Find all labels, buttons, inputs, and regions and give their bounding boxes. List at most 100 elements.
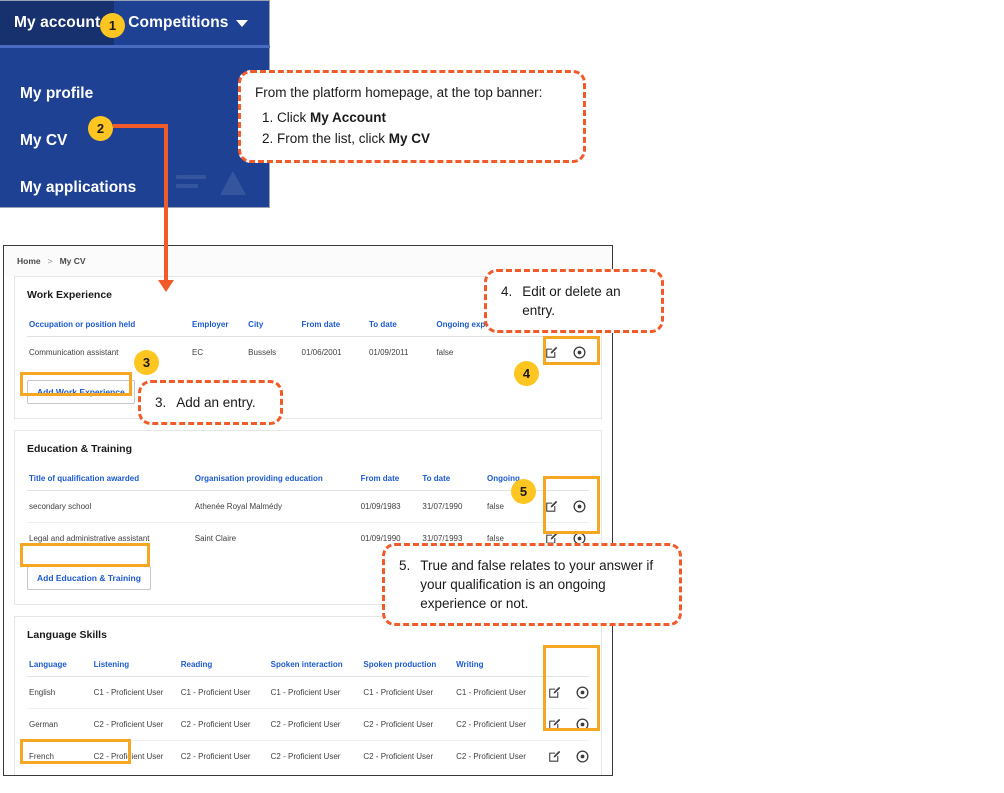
nav-tab-my-account-label: My account bbox=[14, 14, 101, 31]
dropdown-item-my-profile-label: My profile bbox=[20, 85, 94, 102]
table-row: secondary school Athenée Royal Malmédy 0… bbox=[27, 490, 589, 523]
table-row: Communication assistant EC Bussels 01/06… bbox=[27, 337, 589, 369]
callout-true-false-index: 5. bbox=[399, 558, 411, 573]
chevron-down-icon bbox=[235, 19, 248, 27]
screenshot-root: My account Competitions My profile My CV… bbox=[0, 0, 1004, 793]
col-language: Language bbox=[27, 653, 92, 677]
cell-organisation: Saint Claire bbox=[194, 534, 237, 543]
cell-spoken-production: C1 - Proficient User bbox=[361, 676, 455, 709]
step-1-prefix: Click bbox=[277, 110, 310, 126]
cell-spoken-interaction: C2 - Proficient User bbox=[270, 752, 341, 761]
nav-tab-competitions[interactable]: Competitions bbox=[114, 1, 261, 45]
nav-tab-my-account[interactable]: My account bbox=[0, 1, 115, 45]
banner-nav-bar: My account Competitions bbox=[0, 1, 270, 45]
callout-banner-steps[interactable]: From the platform homepage, at the top b… bbox=[238, 70, 586, 164]
cell-language[interactable]: German bbox=[27, 708, 92, 741]
edit-icon[interactable] bbox=[548, 750, 561, 763]
callout-add-entry[interactable]: 3. Add an entry. bbox=[138, 380, 283, 426]
cell-organisation: Athenée Royal Malmédy bbox=[192, 490, 359, 523]
col-occupation: Occupation or position held bbox=[27, 313, 190, 337]
table-row: English C1 - Proficient User C1 - Profic… bbox=[27, 676, 589, 709]
col-from-date: From date bbox=[299, 313, 367, 337]
annotation-badge-1[interactable]: 1 bbox=[100, 13, 125, 38]
col-reading: Reading bbox=[178, 653, 269, 677]
cell-reading: C1 - Proficient User bbox=[178, 676, 269, 709]
cell-from-date: 01/09/1983 bbox=[358, 490, 421, 523]
cell-writing: C2 - Proficient User bbox=[454, 708, 533, 741]
col-employer: Employer bbox=[189, 313, 247, 337]
cell-occupation[interactable]: Communication assistant bbox=[27, 337, 190, 369]
table-education-training: Title of qualification awarded Organisat… bbox=[27, 467, 589, 554]
cell-writing: C2 - Proficient User bbox=[456, 752, 526, 761]
cell-listening: C2 - Proficient User bbox=[91, 708, 179, 741]
highlight-work-actions bbox=[543, 336, 600, 365]
col-city: City bbox=[246, 313, 300, 337]
cell-spoken-interaction: C2 - Proficient User bbox=[268, 708, 362, 741]
cell-spoken-production: C2 - Proficient User bbox=[363, 752, 434, 761]
step-2-prefix: From the list, click bbox=[277, 131, 389, 147]
add-education-training-button[interactable]: Add Education & Training bbox=[27, 566, 151, 590]
cell-qualification-title[interactable]: secondary school bbox=[27, 490, 193, 523]
cell-spoken-interaction: C1 - Proficient User bbox=[268, 676, 362, 709]
cell-spoken-production: C2 - Proficient User bbox=[361, 708, 455, 741]
col-writing: Writing bbox=[454, 653, 533, 677]
cell-from-date: 01/06/2001 bbox=[301, 348, 342, 357]
dropdown-item-my-profile[interactable]: My profile bbox=[0, 70, 270, 117]
dropdown-item-my-applications-label: My applications bbox=[20, 179, 137, 196]
breadcrumb-home[interactable]: Home bbox=[17, 256, 41, 266]
highlight-add-work-experience bbox=[20, 372, 132, 396]
annotation-badge-5[interactable]: 5 bbox=[511, 479, 536, 504]
dropdown-item-my-cv[interactable]: My CV bbox=[0, 117, 270, 164]
highlight-language-actions bbox=[543, 645, 600, 731]
watermark-logo bbox=[176, 169, 256, 203]
callout-edit-delete-text: Edit or delete an entry. bbox=[522, 284, 621, 319]
platform-top-banner: My account Competitions My profile My CV… bbox=[0, 0, 270, 208]
callout-banner-lead: From the platform homepage, at the top b… bbox=[255, 85, 543, 100]
cell-city: Bussels bbox=[248, 348, 277, 357]
callout-add-entry-index: 3. bbox=[155, 395, 167, 410]
breadcrumb-separator: > bbox=[47, 256, 53, 266]
col-from-date: From date bbox=[358, 467, 421, 491]
callout-edit-delete-index: 4. bbox=[501, 284, 513, 299]
highlight-add-education-training bbox=[20, 543, 150, 567]
callout-banner-step-2: From the list, click My CV bbox=[277, 129, 569, 148]
highlight-education-actions bbox=[543, 476, 600, 534]
col-listening: Listening bbox=[91, 653, 179, 677]
cell-writing: C1 - Proficient User bbox=[454, 676, 533, 709]
delete-icon[interactable] bbox=[576, 750, 589, 763]
callout-banner-step-list: Click My Account From the list, click My… bbox=[255, 108, 569, 148]
callout-add-entry-text: Add an entry. bbox=[176, 395, 256, 410]
annotation-badge-2[interactable]: 2 bbox=[88, 116, 113, 141]
col-spoken-production: Spoken production bbox=[361, 653, 455, 677]
step-1-bold: My Account bbox=[310, 110, 387, 126]
cell-reading: C2 - Proficient User bbox=[180, 752, 251, 761]
step-2-bold: My CV bbox=[388, 131, 431, 147]
callout-edit-delete[interactable]: 4. Edit or delete an entry. bbox=[484, 269, 664, 334]
table-row: German C2 - Proficient User C2 - Profici… bbox=[27, 708, 589, 741]
annotation-badge-4[interactable]: 4 bbox=[514, 361, 539, 386]
cell-language[interactable]: English bbox=[27, 676, 92, 709]
section-title-education-training: Education & Training bbox=[27, 443, 133, 455]
table-header-row: Title of qualification awarded Organisat… bbox=[27, 467, 589, 491]
cell-to-date: 01/09/2011 bbox=[368, 348, 409, 357]
cell-reading: C2 - Proficient User bbox=[178, 708, 269, 741]
cell-listening: C1 - Proficient User bbox=[91, 676, 179, 709]
highlight-add-language-skills bbox=[20, 739, 131, 764]
my-account-dropdown-panel: My profile My CV My applications bbox=[0, 48, 270, 207]
breadcrumb-current: My CV bbox=[59, 256, 86, 266]
callout-true-false[interactable]: 5. True and false relates to your answer… bbox=[382, 543, 682, 627]
col-to-date: To date bbox=[420, 467, 485, 491]
col-spoken-interaction: Spoken interaction bbox=[268, 653, 362, 677]
cell-ongoing-experience: false bbox=[436, 348, 454, 357]
dropdown-item-my-cv-label: My CV bbox=[20, 132, 68, 149]
nav-tab-competitions-label: Competitions bbox=[128, 14, 229, 31]
cell-actions bbox=[533, 741, 589, 773]
cell-employer: EC bbox=[191, 348, 204, 357]
annotation-badge-3[interactable]: 3 bbox=[134, 350, 159, 375]
table-header-row: Language Listening Reading Spoken intera… bbox=[27, 653, 589, 677]
col-organisation: Organisation providing education bbox=[192, 467, 359, 491]
callout-true-false-text: True and false relates to your answer if… bbox=[420, 558, 654, 612]
callout-banner-step-1: Click My Account bbox=[277, 108, 569, 127]
col-to-date: To date bbox=[366, 313, 435, 337]
col-qualification-title: Title of qualification awarded bbox=[27, 467, 193, 491]
